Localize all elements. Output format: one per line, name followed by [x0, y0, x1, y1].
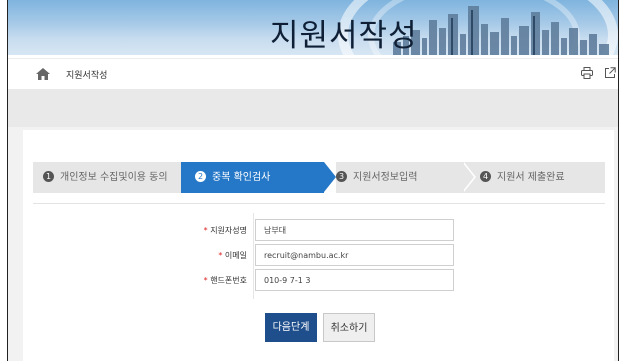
step-number: 4	[480, 170, 491, 182]
step-arrow	[462, 162, 474, 192]
phone-field[interactable]: 010-9 7-1 3	[255, 269, 454, 291]
cancel-button[interactable]: 취소하기	[323, 313, 375, 342]
step-label: 개인정보 수집및이용 동의	[60, 172, 168, 183]
step-application-info: 3 지원서정보입력	[336, 162, 476, 193]
page-banner-title: 지원서작성	[270, 18, 418, 54]
home-icon[interactable]	[36, 68, 50, 80]
step-label: 중복 확인검사	[212, 172, 271, 183]
header-banner: 지원서작성	[8, 0, 618, 55]
info-panel	[8, 89, 618, 127]
city-skyline-image	[393, 6, 609, 55]
divider	[33, 203, 605, 204]
print-icon[interactable]	[581, 67, 593, 79]
step-number: 2	[195, 170, 206, 182]
required-mark: *	[203, 226, 208, 235]
step-label: 지원서 제출완료	[497, 172, 565, 183]
breadcrumb-bar: 지원서작성	[8, 58, 618, 90]
name-row: * 지원자성명	[165, 219, 247, 243]
name-field[interactable]: 남부대	[255, 219, 454, 241]
progress-steps: 1 개인정보 수집및이용 동의 2 중복 확인검사 3 지원서정보입력 4 지원서 제출…	[33, 162, 605, 193]
external-link-icon[interactable]	[604, 67, 616, 79]
step-label: 지원서정보입력	[353, 172, 418, 183]
phone-row: * 핸드폰번호	[165, 269, 247, 293]
email-row: * 이메일	[165, 244, 247, 268]
step-submit-complete: 4 지원서 제출완료	[476, 162, 605, 193]
step-duplicate-check: 2 중복 확인검사	[181, 162, 324, 193]
step-consent: 1 개인정보 수집및이용 동의	[33, 162, 181, 193]
phone-label: * 핸드폰번호	[203, 276, 247, 285]
email-label: * 이메일	[218, 251, 247, 260]
required-mark: *	[203, 276, 208, 285]
name-label: * 지원자성명	[203, 226, 247, 235]
breadcrumb-current: 지원서작성	[66, 71, 108, 81]
required-mark: *	[218, 251, 223, 260]
email-field[interactable]: recruit@nambu.ac.kr	[255, 244, 454, 266]
step-arrow	[324, 162, 336, 192]
next-step-button[interactable]: 다음단계	[265, 313, 317, 342]
step-number: 1	[43, 170, 54, 182]
step-number: 3	[336, 170, 347, 182]
